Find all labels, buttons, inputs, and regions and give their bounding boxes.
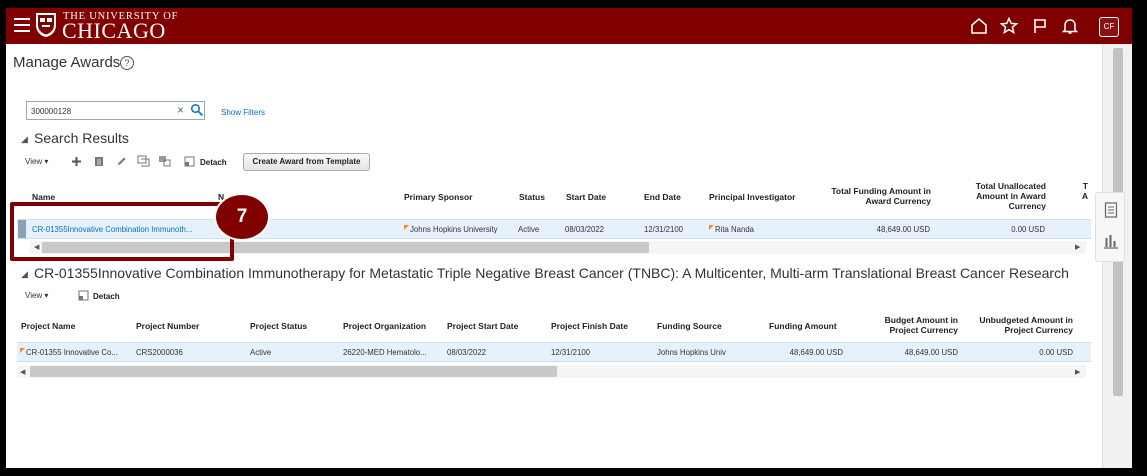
cell-principal-investigator: Rita Nanda: [709, 225, 754, 234]
view-label-projects: View: [25, 291, 43, 300]
cell-project-finish-date: 12/31/2100: [551, 348, 591, 357]
cell-project-organization: 26220-MED Hematolo...: [343, 348, 427, 357]
col-header-budget-amount[interactable]: Budget Amount in Project Currency: [872, 315, 958, 335]
projects-scrollbar-thumb[interactable]: [30, 366, 557, 377]
cell-primary-sponsor: Johns Hopkins University: [404, 225, 498, 234]
col-header-funding-source[interactable]: Funding Source: [657, 321, 722, 331]
col-header-principal-investigator[interactable]: Principal Investigator: [709, 192, 795, 202]
cell-start-date: 08/03/2022: [565, 225, 605, 234]
wrap-icon[interactable]: [158, 155, 171, 167]
help-icon[interactable]: ?: [120, 56, 134, 70]
app-window: THE UNIVERSITY OF CHICAGO CF Manage Awar…: [6, 8, 1132, 468]
award-detail-title: CR-01355Innovative Combination Immunothe…: [34, 265, 1069, 281]
cell-funding-source: Johns Hopkins Univ: [657, 348, 726, 357]
global-header: THE UNIVERSITY OF CHICAGO CF: [6, 8, 1132, 44]
search-icon[interactable]: [190, 103, 204, 117]
detach-button-projects[interactable]: Detach: [93, 292, 120, 301]
document-list-icon[interactable]: [1104, 202, 1118, 218]
page-title: Manage Awards: [13, 54, 121, 71]
cell-total-unallocated: 0.00 USD: [1011, 225, 1045, 234]
cell-status: Active: [518, 225, 540, 234]
col-header-total-unallocated[interactable]: Total Unallocated Amount in Award Curren…: [958, 181, 1046, 211]
cell-end-date: 12/31/2100: [644, 225, 684, 234]
show-filters-link[interactable]: Show Filters: [221, 108, 265, 117]
detach-button[interactable]: Detach: [200, 158, 227, 167]
search-input[interactable]: [31, 104, 171, 118]
primary-sponsor-value: Johns Hopkins University: [410, 225, 498, 234]
project-name-value: CR-01355 Innovative Co...: [26, 348, 118, 357]
col-header-project-organization[interactable]: Project Organization: [343, 321, 426, 331]
user-avatar[interactable]: CF: [1099, 17, 1119, 37]
search-box: ×: [26, 101, 205, 120]
cell-unbudgeted-amount: 0.00 USD: [1039, 348, 1073, 357]
col-header-primary-sponsor[interactable]: Primary Sponsor: [404, 192, 473, 202]
col-header-name[interactable]: Name: [32, 192, 55, 202]
view-menu[interactable]: View ▾: [25, 157, 48, 166]
collapse-results-icon[interactable]: ◢: [21, 134, 28, 145]
clear-icon[interactable]: ×: [177, 103, 184, 117]
cell-project-number: CRS2000036: [136, 348, 183, 357]
scroll-right-arrow-icon[interactable]: ▶: [1075, 243, 1080, 251]
flag-icon[interactable]: [1030, 16, 1050, 36]
pi-value: Rita Nanda: [715, 225, 755, 234]
scroll-left-arrow-icon[interactable]: ◀: [20, 368, 25, 376]
bell-icon[interactable]: [1060, 16, 1080, 36]
col-header-status[interactable]: Status: [519, 192, 545, 202]
col-header-project-status[interactable]: Project Status: [250, 321, 307, 331]
col-header-project-start-date[interactable]: Project Start Date: [447, 321, 518, 331]
col-header-end-date[interactable]: End Date: [644, 192, 681, 202]
cell-total-funding: 48,649.00 USD: [876, 225, 930, 234]
col-header-unbudgeted-amount[interactable]: Unbudgeted Amount in Project Currency: [966, 315, 1073, 335]
search-results-title: Search Results: [34, 130, 129, 146]
add-icon[interactable]: [71, 156, 82, 167]
duplicate-icon[interactable]: [94, 156, 104, 167]
cell-project-start-date: 08/03/2022: [447, 348, 487, 357]
side-panel-tabs: [1095, 192, 1125, 262]
view-label: View: [25, 157, 43, 166]
flag-marker-icon: [709, 225, 714, 230]
view-menu-projects[interactable]: View ▾: [25, 291, 48, 300]
menu-icon[interactable]: [14, 18, 30, 32]
cell-funding-amount: 48,649.00 USD: [789, 348, 843, 357]
callout-step-badge: 7: [216, 195, 268, 239]
flag-marker-icon: [20, 348, 25, 353]
star-icon[interactable]: [999, 16, 1019, 36]
col-header-funding-amount[interactable]: Funding Amount: [769, 321, 837, 331]
callout-highlight-box: [10, 202, 234, 261]
cell-project-status: Active: [250, 348, 272, 357]
cell-budget-amount: 48,649.00 USD: [904, 348, 958, 357]
col-header-start-date[interactable]: Start Date: [566, 192, 606, 202]
detach-icon[interactable]: [78, 290, 89, 301]
flag-marker-icon: [404, 225, 409, 230]
freeze-icon[interactable]: [137, 155, 150, 167]
col-header-project-name[interactable]: Project Name: [21, 321, 75, 331]
col-header-project-number[interactable]: Project Number: [136, 321, 199, 331]
edit-icon[interactable]: [116, 156, 127, 167]
col-header-project-finish-date[interactable]: Project Finish Date: [551, 321, 628, 331]
home-icon[interactable]: [969, 16, 989, 36]
create-award-from-template-button[interactable]: Create Award from Template: [243, 153, 370, 171]
col-header-total-funding[interactable]: Total Funding Amount in Award Currency: [824, 186, 931, 206]
collapse-award-icon[interactable]: ◢: [21, 269, 28, 280]
bar-chart-icon[interactable]: [1103, 233, 1119, 249]
detach-icon[interactable]: [184, 156, 195, 167]
university-shield-icon: [36, 13, 56, 37]
cell-project-name: CR-01355 Innovative Co...: [20, 348, 118, 357]
col-header-truncated[interactable]: T A: [1078, 181, 1088, 201]
university-name-line2: CHICAGO: [62, 18, 166, 43]
scroll-right-arrow-icon[interactable]: ▶: [1075, 368, 1080, 376]
